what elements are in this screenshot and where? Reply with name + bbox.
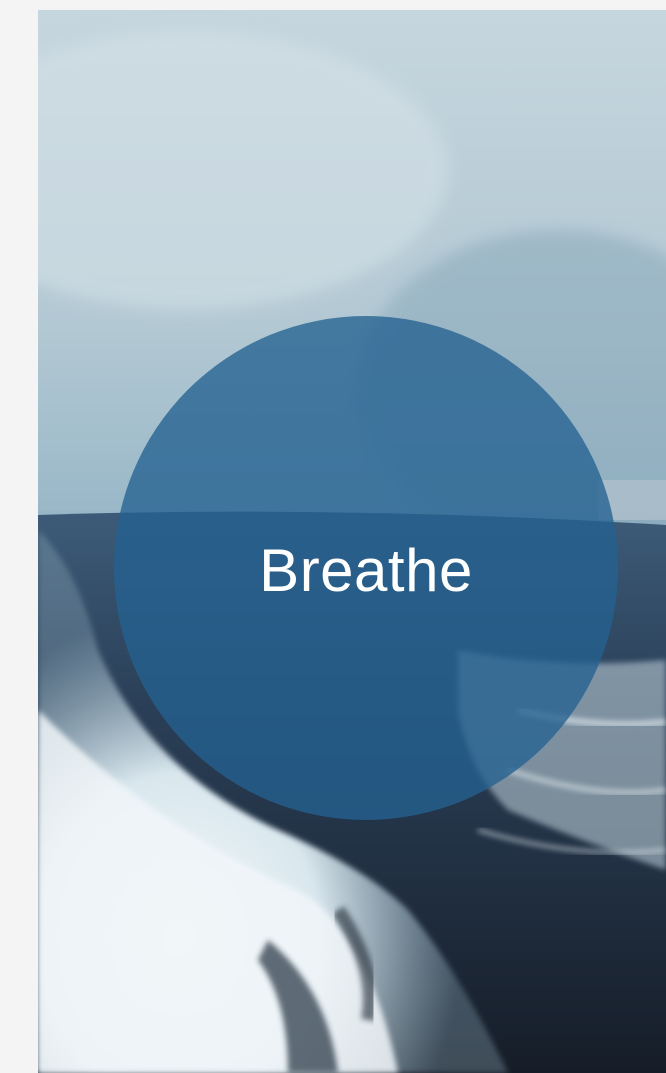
breathe-button[interactable]: Breathe bbox=[114, 316, 618, 820]
breathe-button-label: Breathe bbox=[259, 536, 473, 604]
app-screen: Breathe bbox=[38, 10, 666, 1073]
